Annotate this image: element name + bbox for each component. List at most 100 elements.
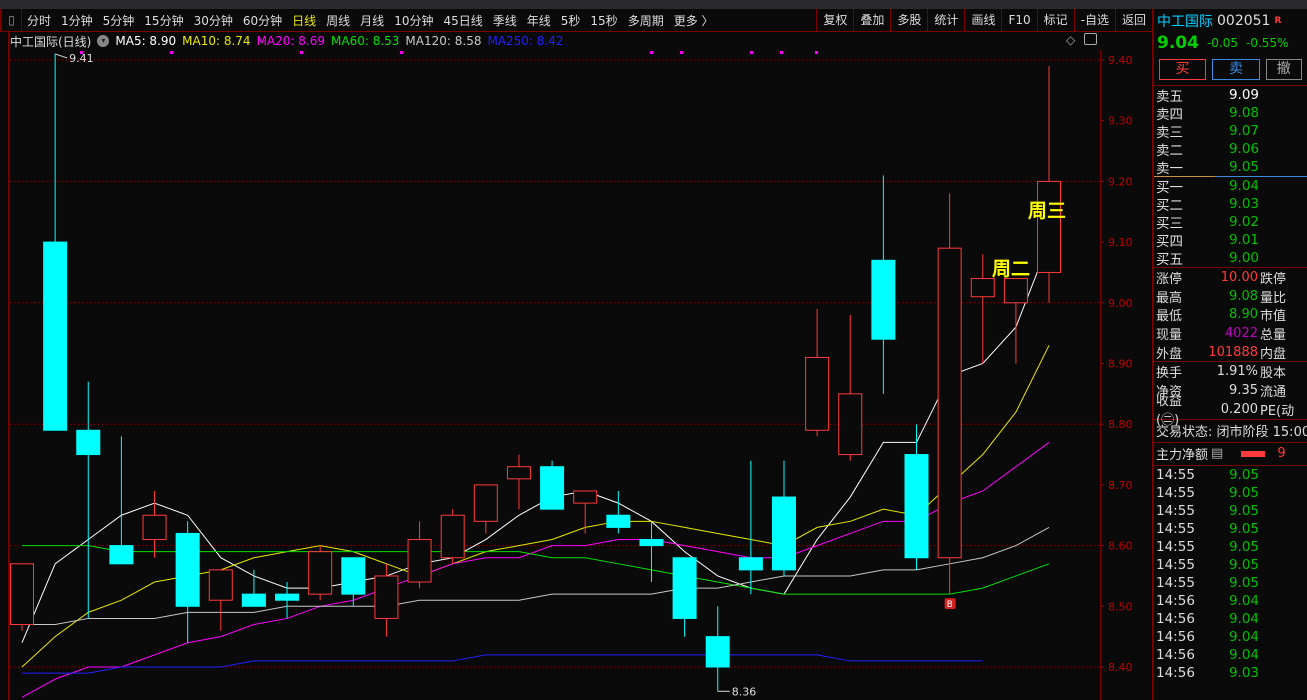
quote-label: 卖一 bbox=[1156, 161, 1183, 177]
tab-period[interactable]: 5分钟 bbox=[98, 12, 140, 29]
tab-period[interactable]: 多周期 bbox=[623, 12, 669, 29]
candle-body bbox=[606, 514, 631, 528]
y-tick-label: 9.30 bbox=[1108, 115, 1133, 128]
candle[interactable] bbox=[838, 314, 863, 461]
layout-toggle-icon[interactable] bbox=[1084, 33, 1097, 45]
toolbar-button[interactable]: 统计 bbox=[927, 9, 964, 32]
quote-label: 买三 bbox=[1156, 216, 1183, 232]
candle[interactable] bbox=[440, 509, 465, 564]
sell-button[interactable]: 卖 bbox=[1212, 59, 1260, 80]
candle[interactable] bbox=[1037, 66, 1062, 303]
tick-list[interactable]: 14:55 9.05 14:55 9.05 14:55 9.05 14:55 9.05 14:5… bbox=[1154, 466, 1307, 682]
stat-value: 0.200 bbox=[1220, 401, 1258, 417]
tick-time: 14:55 bbox=[1156, 520, 1195, 537]
quote-label: 卖二 bbox=[1156, 143, 1183, 159]
tab-period[interactable]: 5秒 bbox=[556, 12, 586, 29]
quote-row: 卖二 9.06 bbox=[1154, 140, 1307, 159]
candle[interactable] bbox=[771, 460, 796, 576]
stat-row: 换手 1.91% 股本 bbox=[1154, 362, 1307, 381]
tab-period[interactable]: 60分钟 bbox=[238, 12, 287, 29]
candle[interactable] bbox=[76, 381, 101, 619]
candle[interactable] bbox=[308, 545, 333, 601]
toolbar-button[interactable]: 叠加 bbox=[853, 9, 890, 32]
list-icon[interactable]: ▤ bbox=[1211, 446, 1223, 461]
candle[interactable] bbox=[540, 460, 565, 510]
toolbar-button[interactable]: 返回 bbox=[1114, 9, 1152, 32]
candle[interactable] bbox=[937, 193, 962, 595]
candle-body bbox=[407, 539, 432, 583]
ma-label: MA20: 8.69 bbox=[256, 34, 325, 48]
candle[interactable] bbox=[175, 521, 200, 643]
candle[interactable] bbox=[10, 563, 34, 631]
tick-price: 9.05 bbox=[1228, 502, 1259, 519]
y-tick-label: 9.40 bbox=[1108, 54, 1133, 67]
buy-button[interactable]: 买 bbox=[1159, 59, 1207, 80]
toolbar-button[interactable]: F10 bbox=[1001, 9, 1036, 32]
tick-time: 14:55 bbox=[1156, 556, 1195, 573]
candle[interactable] bbox=[904, 424, 929, 570]
candle[interactable] bbox=[871, 175, 896, 394]
settings-dropdown-icon[interactable]: ▾ bbox=[97, 35, 110, 47]
candle[interactable] bbox=[970, 254, 995, 364]
tab-period[interactable]: 年线 bbox=[522, 12, 556, 29]
tab-period[interactable]: 季线 bbox=[488, 12, 522, 29]
tab-period[interactable]: 日线 bbox=[287, 12, 321, 29]
tab-period[interactable]: 30分钟 bbox=[189, 12, 238, 29]
tab-period[interactable]: 周线 bbox=[321, 12, 355, 29]
quote-label: 卖三 bbox=[1156, 125, 1183, 141]
panel-toggle-icon[interactable]: ▯ bbox=[0, 8, 22, 32]
candle[interactable] bbox=[341, 557, 366, 607]
tab-period[interactable]: 15分钟 bbox=[139, 12, 188, 29]
diamond-icon[interactable]: ◇ bbox=[1066, 33, 1075, 47]
candle[interactable] bbox=[639, 521, 664, 583]
candle-body bbox=[1003, 278, 1028, 304]
candle[interactable] bbox=[805, 308, 830, 437]
y-tick-label: 8.90 bbox=[1108, 358, 1133, 371]
tab-period[interactable]: 分时 bbox=[22, 12, 56, 29]
candlestick-chart[interactable]: 9.40 9.30 9.20 9.10 9.00 8.90 8.80 8.70 8.60 8.50… bbox=[0, 50, 1152, 700]
chart-title: 中工国际(日线) bbox=[10, 34, 92, 49]
quote-label: 买一 bbox=[1156, 180, 1183, 196]
candle[interactable] bbox=[672, 557, 697, 637]
candle[interactable] bbox=[1003, 278, 1028, 364]
stat-value: 9.35 bbox=[1229, 382, 1258, 398]
candle[interactable] bbox=[738, 460, 763, 595]
tab-period[interactable]: 1分钟 bbox=[56, 12, 98, 29]
tick-row: 14:55 9.05 bbox=[1154, 556, 1307, 574]
candle[interactable] bbox=[606, 490, 631, 534]
toolbar-button[interactable]: -自选 bbox=[1073, 9, 1115, 32]
candle[interactable] bbox=[275, 582, 300, 619]
tick-row: 14:55 9.05 bbox=[1154, 484, 1307, 502]
candle[interactable] bbox=[407, 521, 432, 589]
main-flow-label: 主力净额 bbox=[1156, 448, 1209, 463]
ma-label: MA10: 8.74 bbox=[182, 34, 251, 48]
candle[interactable] bbox=[573, 490, 598, 534]
tab-period[interactable]: 更多 〉 bbox=[669, 12, 719, 29]
tick-time: 14:56 bbox=[1156, 628, 1195, 645]
toolbar-button[interactable]: 标记 bbox=[1036, 9, 1074, 32]
tab-period[interactable]: 15秒 bbox=[585, 12, 622, 29]
toolbar-button[interactable]: 复权 bbox=[816, 9, 853, 32]
annotation-tuesday: 周二 bbox=[992, 258, 1030, 280]
candle[interactable] bbox=[473, 484, 498, 534]
candle[interactable] bbox=[142, 490, 167, 558]
tick-price: 9.04 bbox=[1228, 646, 1259, 663]
tab-period[interactable]: 45日线 bbox=[438, 12, 487, 29]
tick-time: 14:56 bbox=[1156, 664, 1195, 681]
candle[interactable] bbox=[506, 454, 531, 510]
candle[interactable] bbox=[374, 563, 399, 637]
toolbar-button[interactable]: 画线 bbox=[964, 9, 1001, 32]
candle[interactable] bbox=[43, 53, 68, 431]
tab-period[interactable]: 月线 bbox=[355, 12, 389, 29]
cancel-order-button[interactable]: 撤 bbox=[1265, 59, 1303, 80]
candle[interactable] bbox=[241, 569, 266, 607]
event-marker bbox=[170, 51, 173, 54]
candle[interactable] bbox=[208, 569, 233, 631]
toolbar-button[interactable]: 多股 bbox=[890, 9, 927, 32]
candle-body bbox=[771, 496, 796, 571]
tick-row: 14:55 9.05 bbox=[1154, 538, 1307, 556]
y-tick-label: 9.10 bbox=[1108, 236, 1133, 249]
candle[interactable] bbox=[109, 436, 134, 565]
tab-period[interactable]: 10分钟 bbox=[389, 12, 438, 29]
candle[interactable] bbox=[705, 606, 730, 692]
